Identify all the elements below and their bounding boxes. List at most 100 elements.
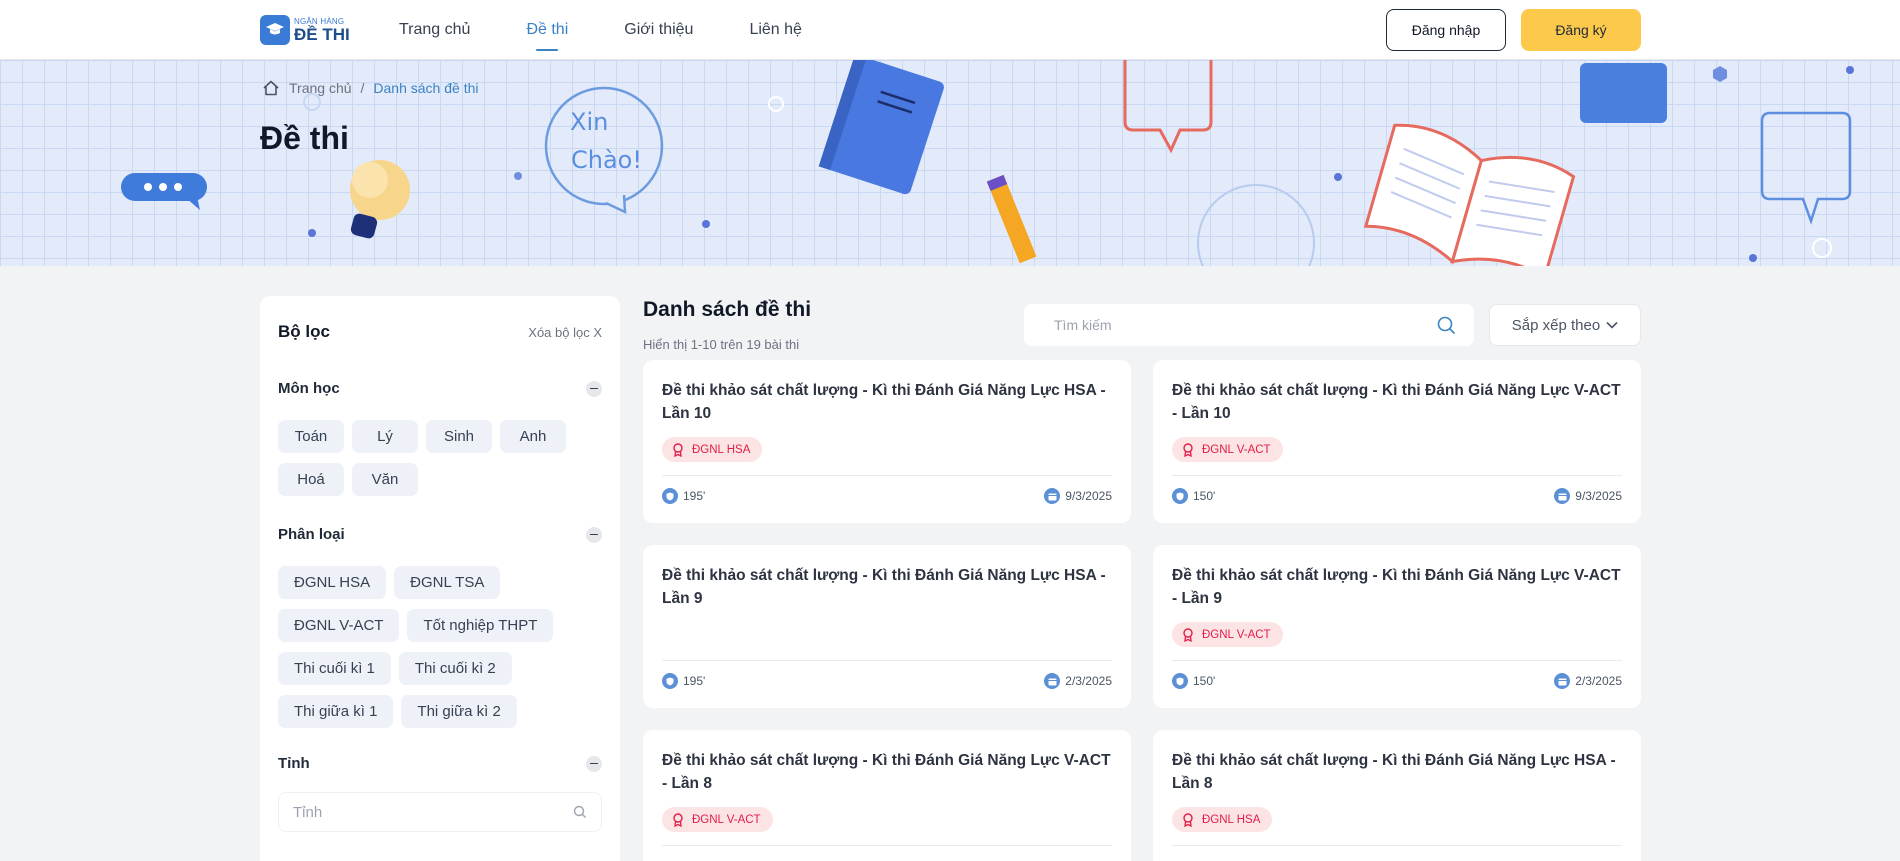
exam-card[interactable]: Đề thi khảo sát chất lượng - Kì thi Đánh… bbox=[643, 545, 1131, 708]
chip-category[interactable]: ĐGNL TSA bbox=[394, 566, 501, 599]
sort-dropdown[interactable]: Sắp xếp theo bbox=[1489, 304, 1641, 346]
search-icon[interactable] bbox=[1437, 316, 1456, 335]
category-section-title: Phân loại bbox=[278, 526, 345, 543]
duration-text: 150' bbox=[1193, 674, 1216, 688]
chip-subject[interactable]: Sinh bbox=[426, 420, 492, 453]
nav-exams[interactable]: Đề thi bbox=[526, 0, 568, 60]
login-button[interactable]: Đăng nhập bbox=[1386, 9, 1506, 51]
province-input[interactable] bbox=[293, 803, 553, 821]
exam-card[interactable]: Đề thi khảo sát chất lượng - Kì thi Đánh… bbox=[643, 360, 1131, 523]
card-divider bbox=[1172, 660, 1622, 661]
home-icon[interactable] bbox=[262, 80, 280, 96]
exam-tag[interactable]: ĐGNL HSA bbox=[662, 437, 763, 462]
hero-banner: Xin Chào! Trang chủ / Danh sách đề thi Đ… bbox=[0, 60, 1900, 266]
exam-card[interactable]: Đề thi khảo sát chất lượng - Kì thi Đánh… bbox=[643, 730, 1131, 861]
exam-date: 9/3/2025 bbox=[1044, 488, 1112, 504]
calendar-icon bbox=[1044, 488, 1061, 504]
clear-filter-button[interactable]: Xóa bộ lọc X bbox=[528, 325, 602, 340]
logo-big-text: ĐỀ THI bbox=[294, 24, 350, 44]
speech-bubble-icon bbox=[1123, 60, 1213, 154]
exam-duration: 150' bbox=[1172, 673, 1215, 689]
card-divider bbox=[662, 660, 1112, 661]
exam-duration: 195' bbox=[662, 488, 705, 504]
breadcrumb: Trang chủ / Danh sách đề thi bbox=[262, 80, 478, 96]
exam-tag[interactable]: ĐGNL V-ACT bbox=[1172, 622, 1283, 647]
chip-category[interactable]: Thi giữa kì 2 bbox=[401, 695, 517, 728]
duration-text: 195' bbox=[683, 674, 706, 688]
exam-duration: 195' bbox=[662, 673, 705, 689]
nav-home[interactable]: Trang chủ bbox=[399, 0, 470, 60]
shield-icon bbox=[662, 488, 678, 504]
shield-icon bbox=[1172, 488, 1188, 504]
register-button[interactable]: Đăng ký bbox=[1521, 9, 1641, 51]
collapse-subject-icon[interactable] bbox=[586, 380, 602, 397]
collapse-category-icon[interactable] bbox=[586, 526, 602, 543]
award-icon bbox=[1183, 812, 1193, 827]
nav-about[interactable]: Giới thiệu bbox=[624, 0, 693, 60]
blue-card-icon bbox=[1580, 63, 1667, 123]
exam-search-input[interactable] bbox=[1054, 317, 1414, 333]
chip-category[interactable]: Thi cuối kì 2 bbox=[398, 652, 512, 685]
chevron-down-icon bbox=[1606, 321, 1618, 329]
breadcrumb-current: Danh sách đề thi bbox=[373, 80, 479, 96]
date-text: 2/3/2025 bbox=[1065, 674, 1112, 688]
shield-icon bbox=[1172, 673, 1188, 689]
exam-card-title[interactable]: Đề thi khảo sát chất lượng - Kì thi Đánh… bbox=[662, 749, 1114, 795]
date-text: 9/3/2025 bbox=[1065, 489, 1112, 503]
award-icon bbox=[1183, 442, 1193, 457]
chip-category[interactable]: Tốt nghiệp THPT bbox=[407, 609, 554, 642]
exam-card-title[interactable]: Đề thi khảo sát chất lượng - Kì thi Đánh… bbox=[1172, 564, 1624, 610]
category-chips: ĐGNL HSA ĐGNL TSA ĐGNL V-ACT Tốt nghiệp … bbox=[278, 566, 608, 728]
exam-card-title[interactable]: Đề thi khảo sát chất lượng - Kì thi Đánh… bbox=[662, 564, 1114, 610]
exam-card-title[interactable]: Đề thi khảo sát chất lượng - Kì thi Đánh… bbox=[662, 379, 1114, 425]
notebook-icon bbox=[818, 60, 944, 195]
province-section-title: Tỉnh bbox=[278, 755, 310, 772]
result-count: Hiển thị 1-10 trên 19 bài thi bbox=[643, 337, 800, 352]
chip-subject[interactable]: Anh bbox=[500, 420, 566, 453]
date-text: 2/3/2025 bbox=[1575, 674, 1622, 688]
site-logo[interactable]: NGÂN HÀNG ĐỀ THI bbox=[260, 15, 350, 45]
exam-card[interactable]: Đề thi khảo sát chất lượng - Kì thi Đánh… bbox=[1153, 360, 1641, 523]
collapse-province-icon[interactable] bbox=[586, 755, 602, 772]
chip-category[interactable]: ĐGNL V-ACT bbox=[278, 609, 400, 642]
card-divider bbox=[1172, 845, 1622, 846]
duration-text: 150' bbox=[1193, 489, 1216, 503]
chip-category[interactable]: Thi giữa kì 1 bbox=[278, 695, 394, 728]
chip-subject[interactable]: Lý bbox=[352, 420, 418, 453]
exam-tag[interactable]: ĐGNL V-ACT bbox=[662, 807, 773, 832]
award-icon bbox=[1183, 627, 1193, 642]
sort-label: Sắp xếp theo bbox=[1511, 316, 1601, 334]
search-icon[interactable] bbox=[573, 805, 587, 819]
chip-subject[interactable]: Toán bbox=[278, 420, 344, 453]
exam-list-title: Danh sách đề thi bbox=[643, 298, 812, 321]
chip-subject[interactable]: Văn bbox=[352, 463, 418, 496]
svg-text:Xin: Xin bbox=[570, 108, 608, 136]
calendar-icon bbox=[1044, 673, 1061, 689]
greeting-bubble-icon: Xin Chào! bbox=[544, 86, 664, 215]
exam-card-title[interactable]: Đề thi khảo sát chất lượng - Kì thi Đánh… bbox=[1172, 379, 1624, 425]
exam-search bbox=[1024, 304, 1474, 346]
chip-category[interactable]: Thi cuối kì 1 bbox=[278, 652, 391, 685]
exam-tag-label: ĐGNL HSA bbox=[692, 443, 751, 456]
subject-section-title: Môn học bbox=[278, 380, 340, 397]
svg-text:Chào!: Chào! bbox=[571, 146, 642, 174]
subject-chips: Toán Lý Sinh Anh Hoá Văn bbox=[278, 420, 608, 496]
date-text: 9/3/2025 bbox=[1575, 489, 1622, 503]
filter-title: Bộ lọc bbox=[278, 322, 330, 341]
exam-card[interactable]: Đề thi khảo sát chất lượng - Kì thi Đánh… bbox=[1153, 545, 1641, 708]
exam-tag[interactable]: ĐGNL V-ACT bbox=[1172, 437, 1283, 462]
exam-tag-label: ĐGNL V-ACT bbox=[1202, 628, 1271, 641]
exam-duration: 150' bbox=[1172, 488, 1215, 504]
exam-tag[interactable]: ĐGNL HSA bbox=[1172, 807, 1273, 832]
exam-tag-label: ĐGNL HSA bbox=[1202, 813, 1261, 826]
chip-category[interactable]: ĐGNL HSA bbox=[278, 566, 387, 599]
exam-date: 2/3/2025 bbox=[1554, 673, 1622, 689]
duration-text: 195' bbox=[683, 489, 706, 503]
nav-contact[interactable]: Liên hệ bbox=[749, 0, 802, 60]
open-book-icon bbox=[1363, 123, 1576, 266]
exam-date: 2/3/2025 bbox=[1044, 673, 1112, 689]
exam-card[interactable]: Đề thi khảo sát chất lượng - Kì thi Đánh… bbox=[1153, 730, 1641, 861]
exam-card-title[interactable]: Đề thi khảo sát chất lượng - Kì thi Đánh… bbox=[1172, 749, 1624, 795]
chip-subject[interactable]: Hoá bbox=[278, 463, 344, 496]
breadcrumb-home[interactable]: Trang chủ bbox=[289, 80, 352, 96]
